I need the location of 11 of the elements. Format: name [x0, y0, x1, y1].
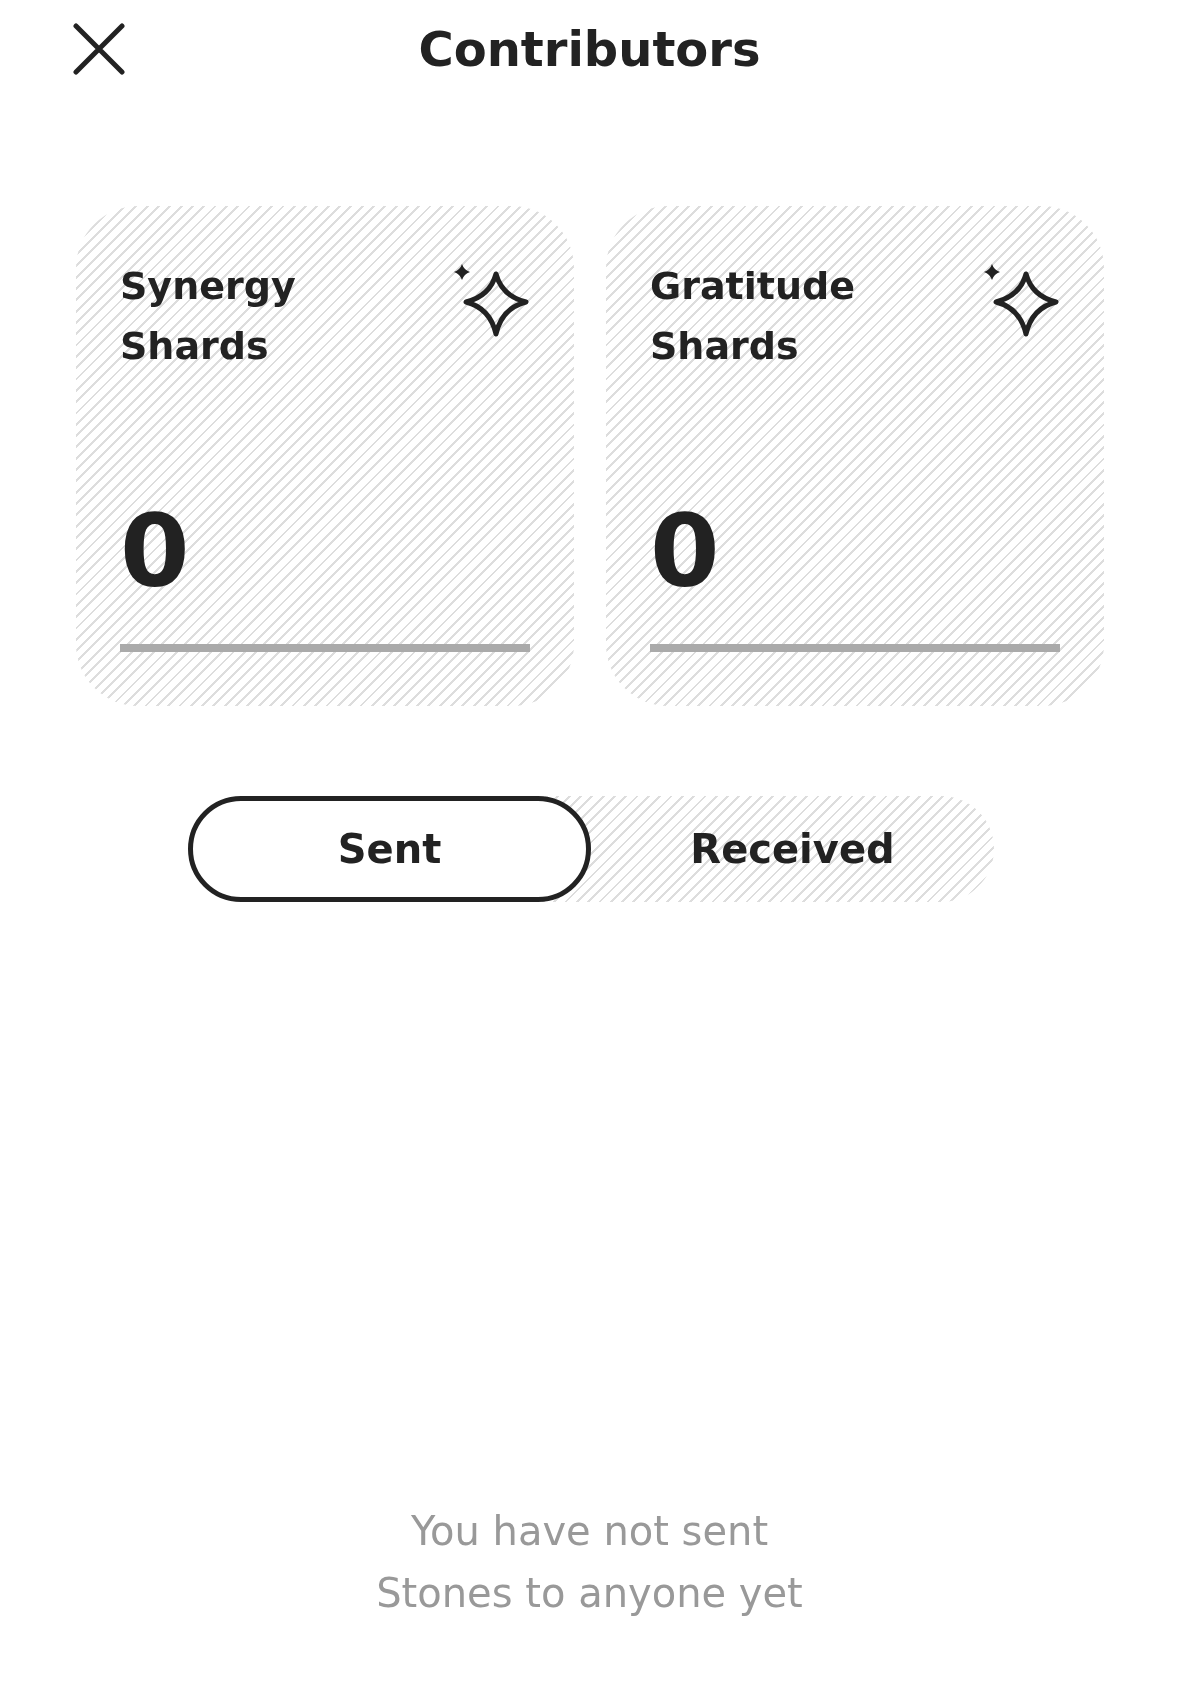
page-title: Contributors [418, 21, 761, 77]
card-title: Gratitude Shards [650, 263, 856, 370]
empty-message: You have not sent Stones to anyone yet [375, 1507, 804, 1618]
close-icon[interactable] [73, 23, 125, 75]
sparkle-icon [984, 264, 1060, 338]
card-title: Synergy Shards [120, 263, 297, 370]
tab[interactable]: Sent [188, 796, 591, 902]
sparkle-icon [454, 264, 530, 338]
shard-count: 0 [650, 492, 721, 612]
tab[interactable]: Received [591, 796, 994, 902]
shard-count: 0 [120, 492, 191, 612]
